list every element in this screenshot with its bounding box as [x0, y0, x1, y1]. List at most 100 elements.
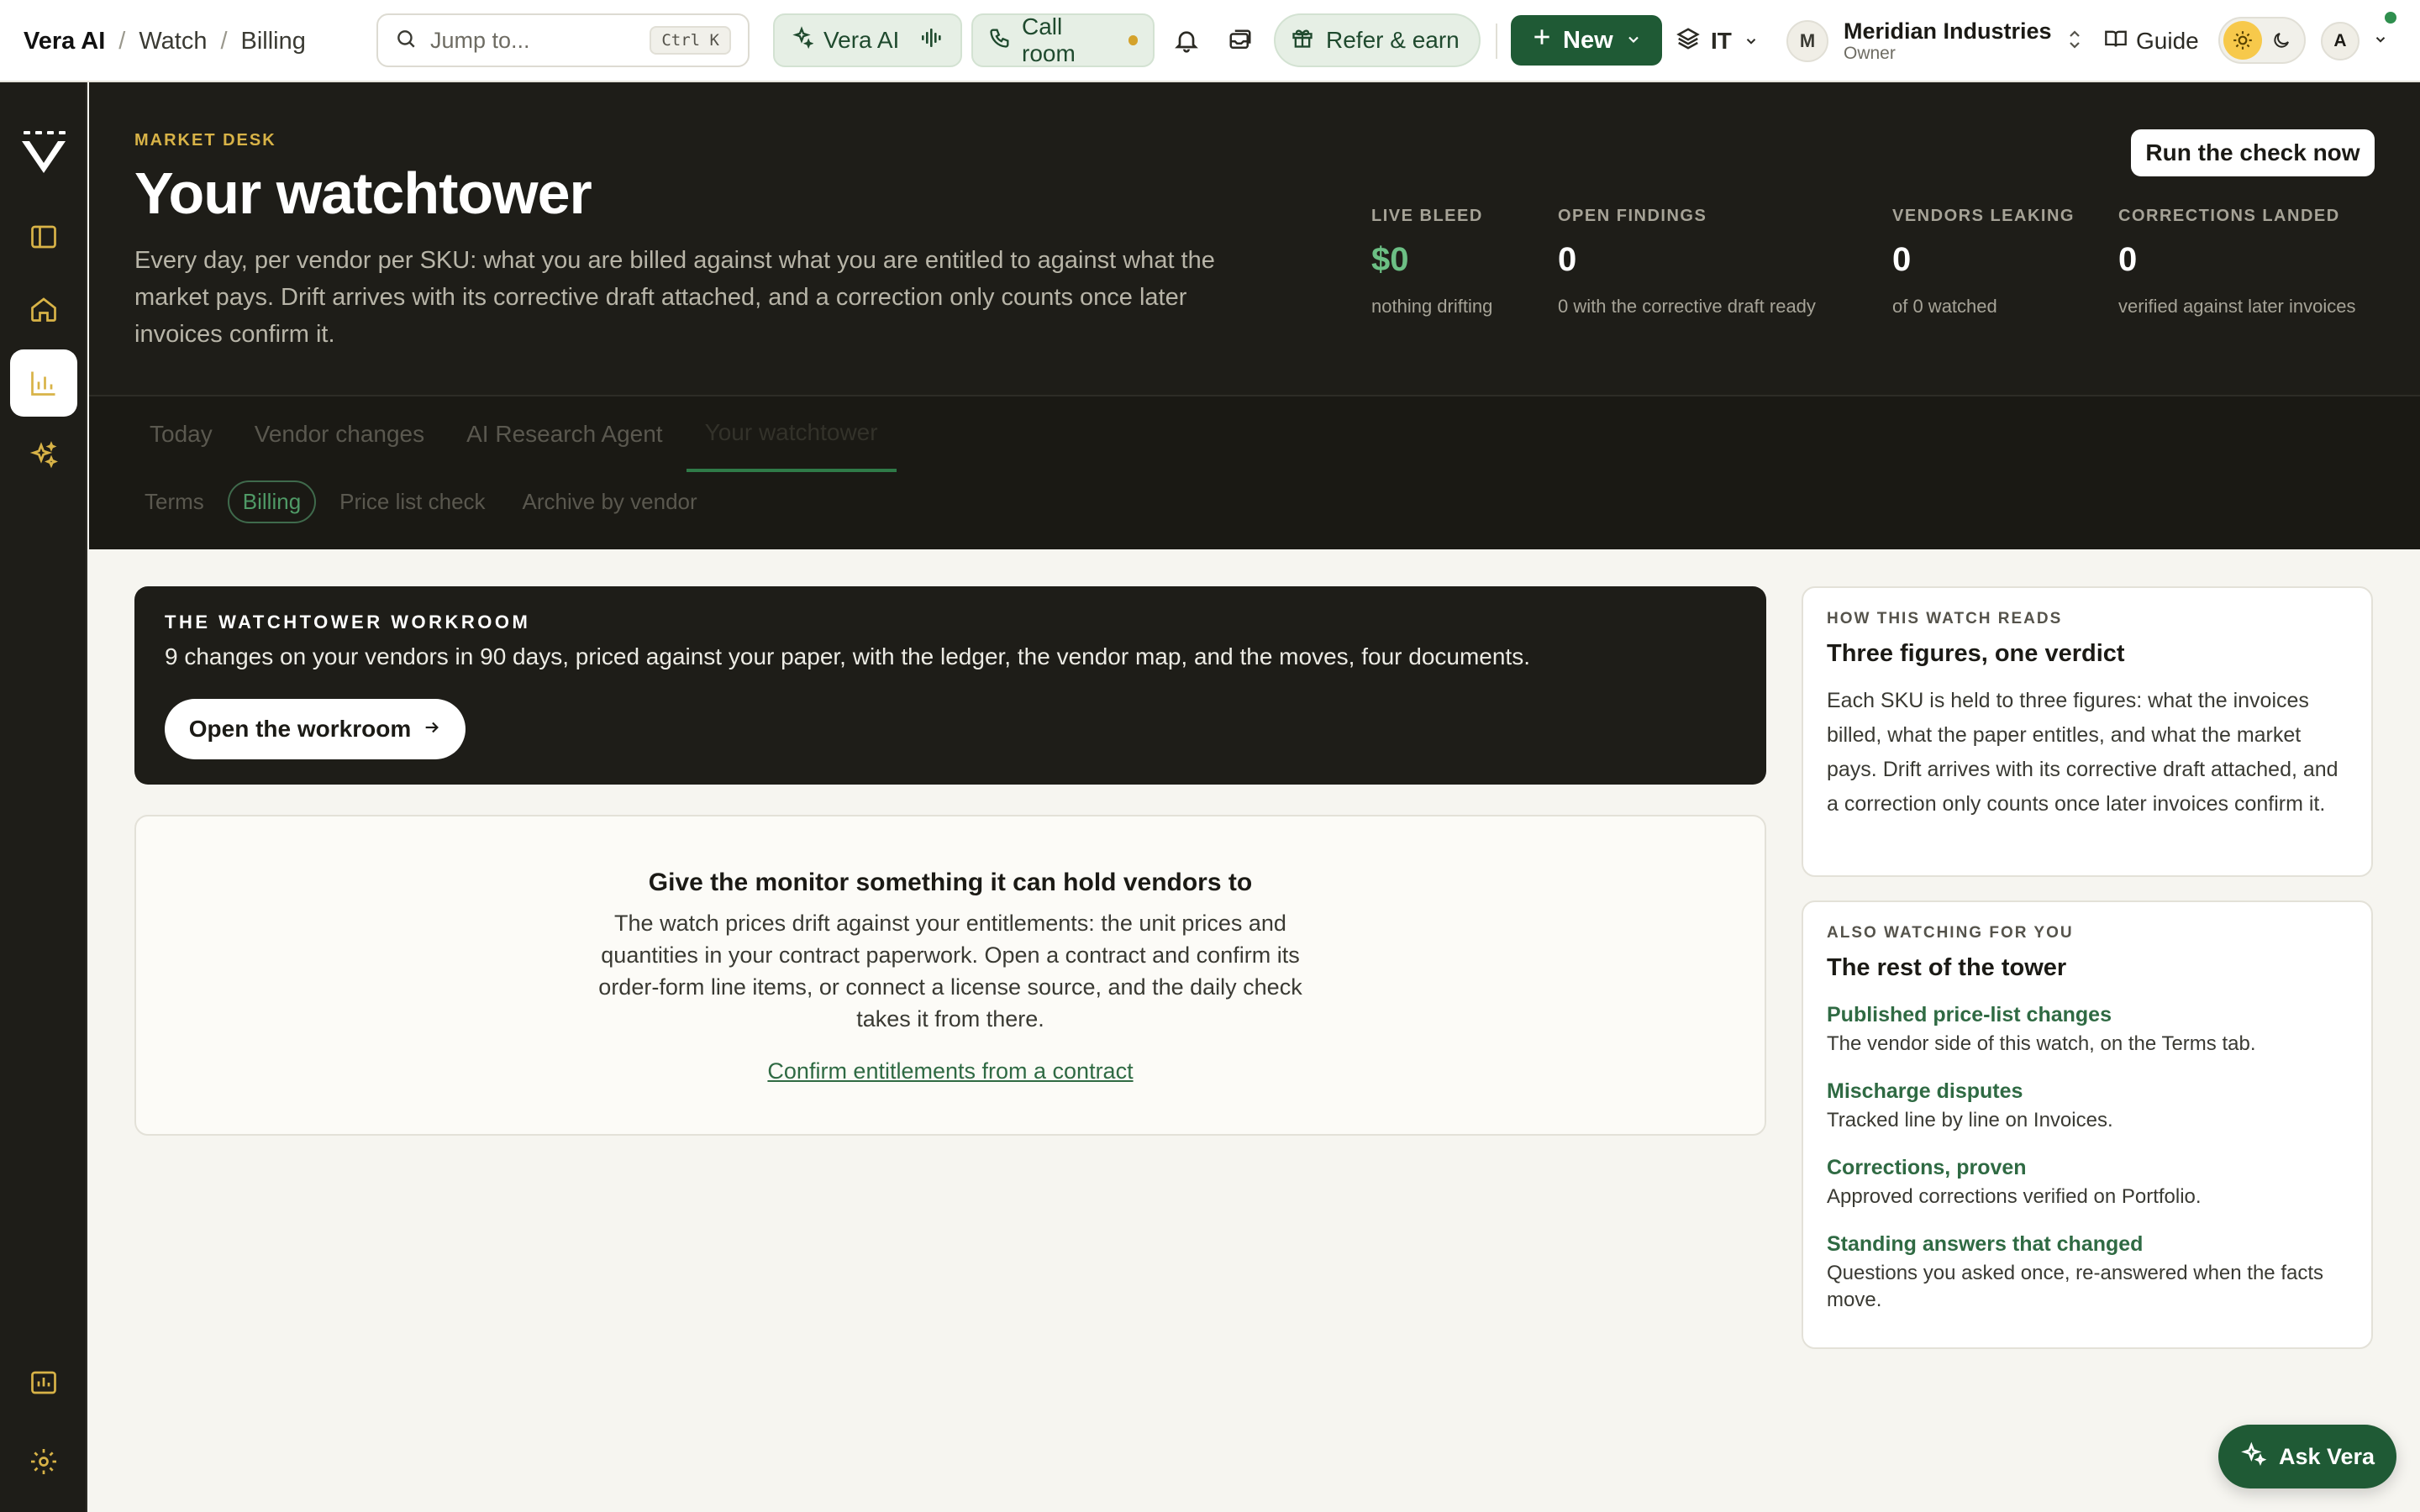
workspace-switcher[interactable]: IT: [1676, 20, 1759, 62]
tab-your-watchtower[interactable]: Your watchtower: [686, 396, 897, 472]
subtab-archive-by-vendor[interactable]: Archive by vendor: [509, 482, 711, 522]
breadcrumb-page: Billing: [240, 27, 306, 55]
list-item: Corrections, proven Approved corrections…: [1827, 1156, 2351, 1210]
subtab-billing[interactable]: Billing: [227, 480, 317, 523]
chevron-down-icon: [1625, 27, 1642, 55]
call-status-dot: [1128, 35, 1138, 45]
breadcrumb-section[interactable]: Watch: [139, 28, 207, 55]
guide-label: Guide: [2136, 28, 2199, 54]
workroom-description: 9 changes on your vendors in 90 days, pr…: [165, 643, 1530, 669]
organization-switcher[interactable]: M Meridian Industries Owner: [1786, 13, 2082, 69]
online-status-dot: [2385, 12, 2396, 24]
subtab-price-list-check[interactable]: Price list check: [326, 482, 498, 522]
jump-search-input[interactable]: Jump to... Ctrl K: [376, 13, 750, 67]
arrow-right-icon: [423, 716, 441, 743]
hero-eyebrow: MARKET DESK: [134, 131, 276, 150]
vera-ai-label: Vera AI: [823, 27, 900, 53]
workroom-banner: THE WATCHTOWER WORKROOM 9 changes on you…: [134, 586, 1766, 785]
tab-ai-research-agent[interactable]: AI Research Agent: [448, 396, 681, 472]
stat-value: $0: [1371, 241, 1409, 278]
account-menu[interactable]: A: [2321, 20, 2388, 62]
card-title: The rest of the tower: [1827, 954, 2067, 981]
main-tabs: Today Vendor changes AI Research Agent Y…: [131, 396, 902, 472]
settings-gear-icon[interactable]: [24, 1441, 64, 1482]
page-title: Your watchtower: [134, 160, 592, 226]
watch-chart-icon[interactable]: [10, 349, 77, 417]
reports-icon[interactable]: [24, 1362, 64, 1403]
moon-icon[interactable]: [2262, 21, 2301, 60]
sidebar-toggle-icon[interactable]: [24, 217, 64, 257]
vera-ai-button[interactable]: Vera AI: [773, 13, 962, 67]
inbox-icon[interactable]: [1223, 24, 1257, 57]
list-item: Published price-list changes The vendor …: [1827, 1003, 2351, 1058]
list-item-description: Tracked line by line on Invoices.: [1827, 1109, 2113, 1131]
empty-state-title: Give the monitor something it can hold v…: [648, 869, 1253, 896]
list-item: Mischarge disputes Tracked line by line …: [1827, 1079, 2351, 1134]
run-check-button[interactable]: Run the check now: [2131, 129, 2375, 176]
ask-vera-label: Ask Vera: [2278, 1443, 2375, 1469]
call-room-label: Call room: [1022, 13, 1076, 66]
card-body: Each SKU is held to three figures: what …: [1827, 689, 2338, 816]
plus-icon: [1531, 26, 1553, 55]
stat-subtext: 0 with the corrective draft ready: [1558, 296, 1816, 317]
stat-value: 0: [1892, 241, 1912, 278]
sparkle-ai-icon[interactable]: [24, 435, 64, 475]
subtab-terms[interactable]: Terms: [131, 482, 218, 522]
breadcrumb: Vera AI / Watch / Billing: [24, 0, 306, 82]
org-text: Meridian Industries Owner: [1844, 18, 2052, 64]
notifications-bell-icon[interactable]: [1170, 24, 1203, 57]
tab-vendor-changes[interactable]: Vendor changes: [236, 396, 443, 472]
page-description: Every day, per vendor per SKU: what you …: [134, 247, 1215, 348]
breadcrumb-app[interactable]: Vera AI: [24, 28, 105, 55]
stat-vendors-leaking: VENDORS LEAKING 0 of 0 watched: [1892, 207, 2075, 318]
stat-subtext: nothing drifting: [1371, 296, 1493, 317]
stat-label: CORRECTIONS LANDED: [2118, 207, 2340, 225]
watchtower-header: MARKET DESK Your watchtower Every day, p…: [89, 82, 2420, 395]
tab-today[interactable]: Today: [131, 396, 231, 472]
vera-logo-icon[interactable]: [18, 126, 69, 176]
new-button[interactable]: New: [1511, 15, 1662, 66]
workroom-eyebrow: THE WATCHTOWER WORKROOM: [165, 612, 531, 633]
book-icon: [2104, 27, 2128, 56]
guide-button[interactable]: Guide: [2104, 20, 2199, 62]
open-workroom-button[interactable]: Open the workroom: [165, 699, 466, 759]
waveform-icon[interactable]: [920, 26, 945, 55]
org-name: Meridian Industries: [1844, 18, 2052, 44]
refer-and-earn-label: Refer & earn: [1326, 27, 1460, 53]
link-published-price-list-changes[interactable]: Published price-list changes: [1827, 1003, 2351, 1027]
card-eyebrow: HOW THIS WATCH READS: [1827, 610, 2063, 627]
user-avatar: A: [2321, 22, 2360, 60]
stat-corrections-landed: CORRECTIONS LANDED 0 verified against la…: [2118, 207, 2355, 318]
breadcrumb-separator: /: [118, 27, 126, 55]
ask-vera-button[interactable]: Ask Vera: [2218, 1425, 2396, 1488]
link-corrections-proven[interactable]: Corrections, proven: [1827, 1156, 2351, 1180]
stat-value: 0: [1558, 241, 1577, 278]
confirm-entitlements-link[interactable]: Confirm entitlements from a contract: [767, 1058, 1133, 1084]
refer-and-earn-button[interactable]: Refer & earn: [1274, 13, 1481, 67]
card-title: Three figures, one verdict: [1827, 640, 2125, 667]
theme-toggle[interactable]: [2218, 17, 2306, 64]
open-workroom-label: Open the workroom: [188, 716, 412, 742]
call-room-button[interactable]: Call room: [971, 13, 1155, 67]
sparkle-icon: [2240, 1441, 2267, 1473]
stat-label: LIVE BLEED: [1371, 207, 1483, 225]
layers-icon: [1676, 26, 1701, 57]
stat-subtext: of 0 watched: [1892, 296, 1997, 317]
org-avatar: M: [1786, 20, 1828, 62]
phone-icon: [988, 26, 1012, 55]
org-role: Owner: [1844, 44, 1896, 64]
home-icon[interactable]: [24, 289, 64, 329]
list-item-description: Approved corrections verified on Portfol…: [1827, 1185, 2202, 1208]
link-standing-answers-changed[interactable]: Standing answers that changed: [1827, 1232, 2351, 1257]
stat-value: 0: [2118, 241, 2138, 278]
chevron-down-icon: [2373, 32, 2388, 51]
search-placeholder: Jump to...: [430, 27, 530, 53]
gift-icon: [1291, 26, 1314, 55]
stat-live-bleed: LIVE BLEED $0 nothing drifting: [1371, 207, 1492, 318]
breadcrumb-separator: /: [220, 27, 228, 55]
search-shortcut: Ctrl K: [650, 26, 731, 55]
sun-icon[interactable]: [2223, 21, 2262, 60]
link-mischarge-disputes[interactable]: Mischarge disputes: [1827, 1079, 2351, 1104]
section-navigation: Today Vendor changes AI Research Agent Y…: [89, 395, 2420, 549]
also-watching-card: ALSO WATCHING FOR YOU The rest of the to…: [1802, 900, 2373, 1349]
